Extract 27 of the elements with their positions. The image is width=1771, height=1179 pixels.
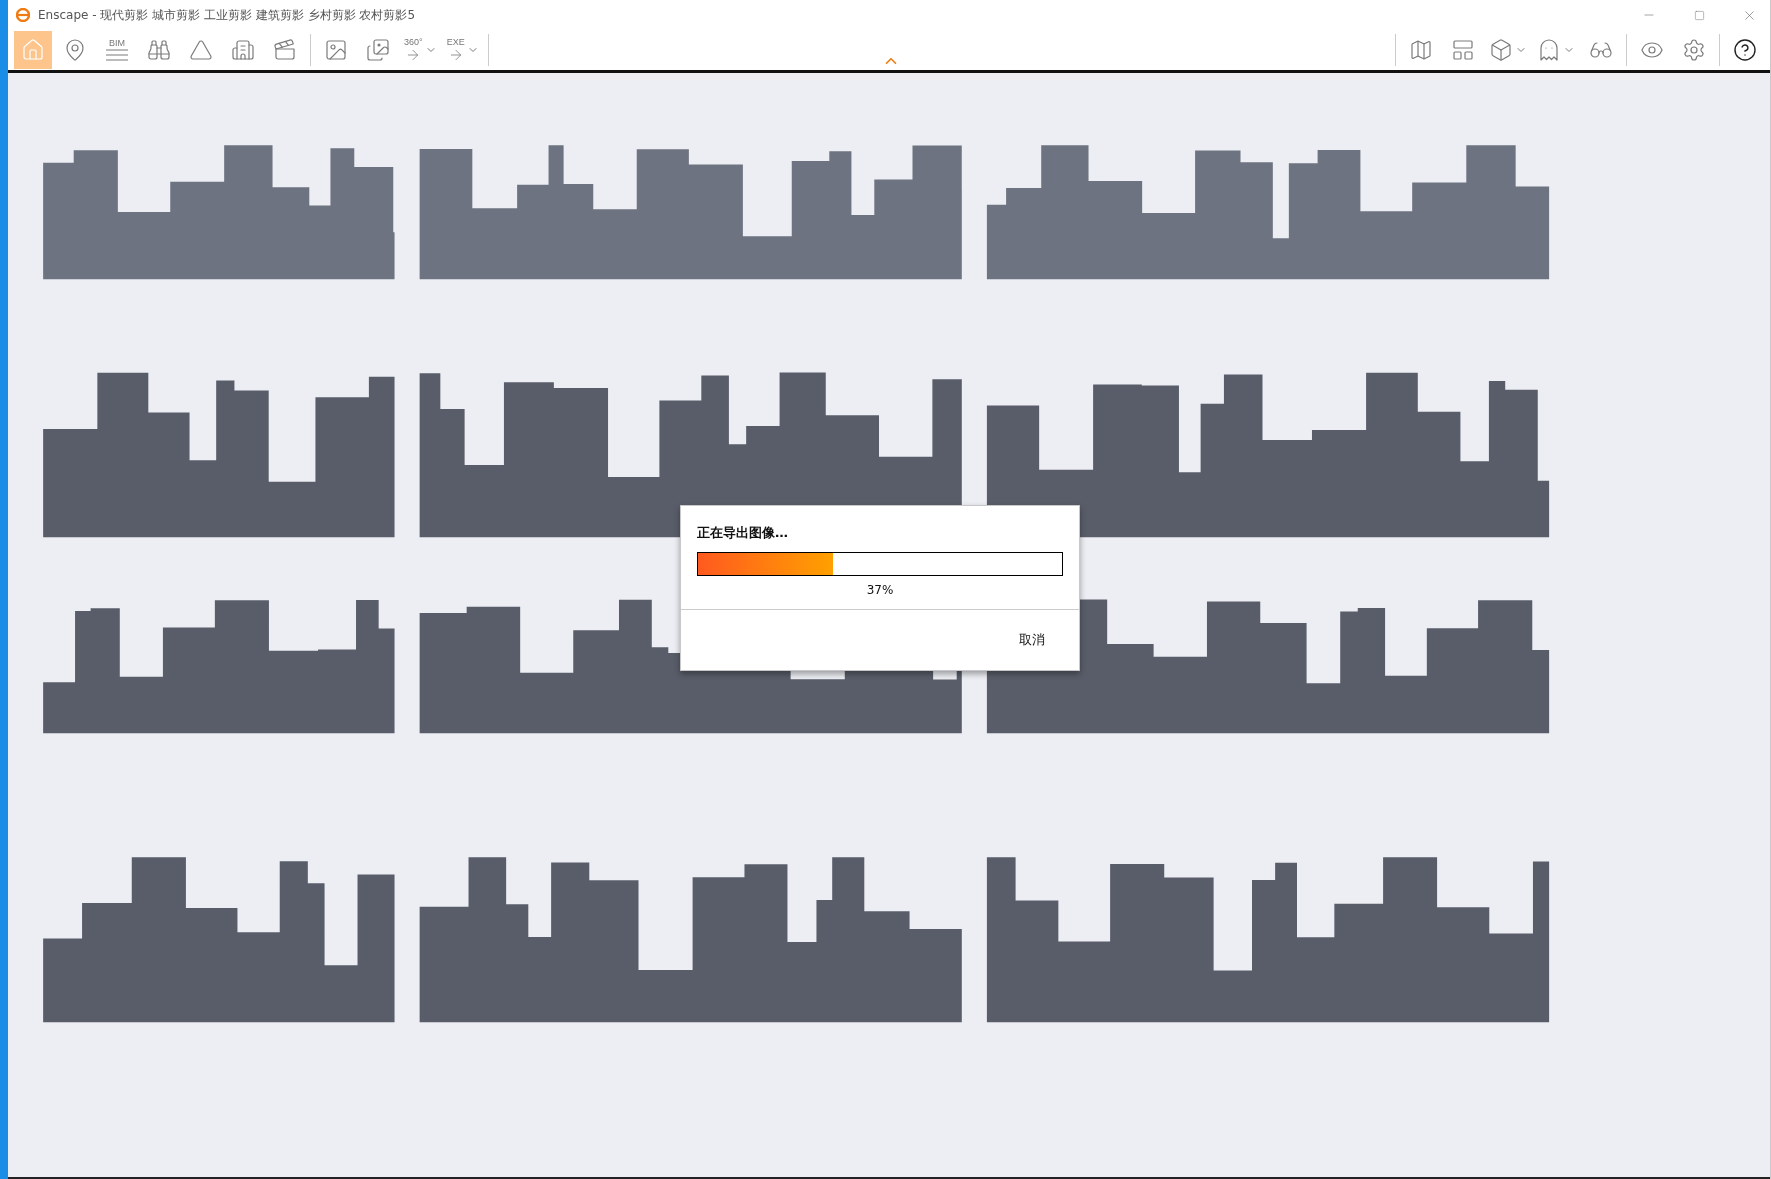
map-icon [1409,38,1433,62]
lines-icon [105,47,129,62]
window-title: Enscape - 现代剪影 城市剪影 工业剪影 建筑剪影 乡村剪影 农村剪影5 [38,6,417,24]
cube-icon [1489,38,1513,62]
buildings-icon [231,38,255,62]
toolbar-button[interactable]: 360° [401,31,440,69]
maximize-icon [1693,9,1705,21]
settings-icon [1682,38,1706,62]
ghost-icon [1537,38,1561,62]
toolbar-button[interactable]: EXE [443,31,482,69]
progress-percent: 37% [865,582,895,599]
toolbar-button[interactable]: BIM [98,31,136,69]
icon-label: EXE [446,37,465,47]
map-pin-icon [63,38,87,62]
images-icon [366,38,390,62]
icon-label: 360° [404,37,423,47]
clapperboard-icon [273,38,297,62]
help-icon [1733,38,1757,62]
triangle-icon [189,38,213,62]
image-export-icon [324,38,348,62]
home-icon [21,38,45,62]
icon-label: BIM [109,38,125,48]
binoculars-icon [147,38,171,62]
panel-icon [1451,38,1475,62]
app-logo-icon [16,8,30,22]
cancel-button[interactable]: 取消 [1015,627,1049,653]
dialog-title: 正在导出图像… [696,524,789,542]
